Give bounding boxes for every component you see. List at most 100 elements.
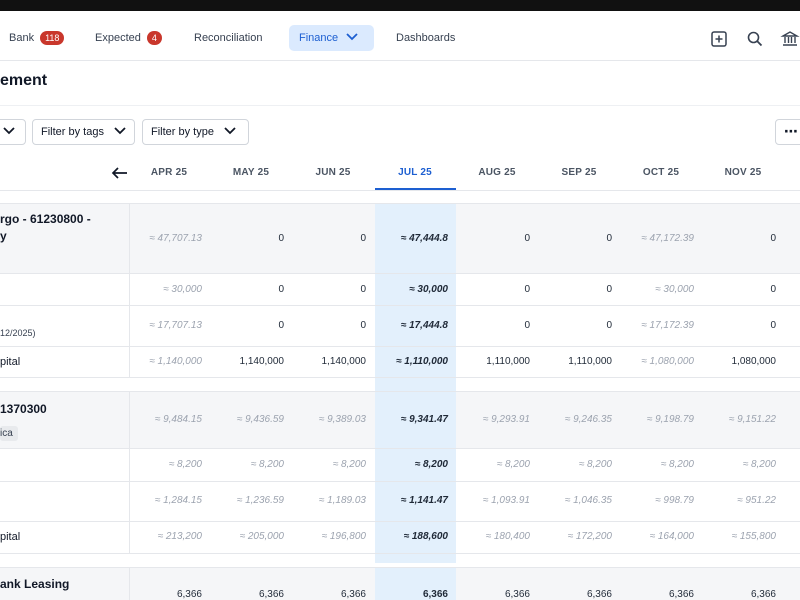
account-name[interactable]: 1370300 bbox=[0, 402, 47, 416]
table-cell: 1,110,000 bbox=[486, 356, 530, 367]
table-cell: ≈ 9,436.59 bbox=[236, 414, 284, 425]
table-cell: ≈ 8,200 bbox=[168, 459, 202, 470]
table-cell: 0 bbox=[360, 233, 366, 244]
nav-tab-label: Reconciliation bbox=[194, 32, 263, 44]
table-cell: 0 bbox=[770, 320, 776, 331]
table-cell: ≈ 8,200 bbox=[578, 459, 612, 470]
table-cell-current: ≈ 17,444.8 bbox=[400, 320, 448, 331]
expected-count-badge: 4 bbox=[146, 31, 162, 45]
account-name[interactable]: rgo - 61230800 - bbox=[0, 212, 91, 226]
table-cell: ≈ 1,284.15 bbox=[154, 495, 202, 506]
filter-by-type-dropdown[interactable]: Filter by type bbox=[142, 119, 249, 145]
table-cell: 0 bbox=[524, 320, 530, 331]
bank-count-badge: 118 bbox=[40, 31, 65, 45]
row-divider bbox=[0, 377, 800, 378]
table-cell: 6,366 bbox=[668, 589, 694, 600]
nav-tab-label: Dashboards bbox=[396, 32, 456, 44]
nav-tab-label: Expected bbox=[95, 32, 141, 44]
row-divider bbox=[0, 346, 800, 347]
month-header[interactable]: AUG 25 bbox=[456, 167, 538, 178]
table-cell: 6,366 bbox=[340, 589, 366, 600]
table-cell: ≈ 9,389.03 bbox=[318, 414, 366, 425]
table-cell: 0 bbox=[770, 284, 776, 295]
table-cell: ≈ 196,800 bbox=[321, 531, 366, 542]
row-divider bbox=[0, 203, 800, 204]
table-cell: ≈ 9,151.22 bbox=[728, 414, 776, 425]
table-cell: ≈ 213,200 bbox=[157, 531, 202, 542]
table-cell: 1,140,000 bbox=[239, 356, 285, 367]
search-icon[interactable] bbox=[745, 29, 765, 49]
month-header[interactable]: JUN 25 bbox=[292, 167, 374, 178]
institution-icon[interactable] bbox=[780, 29, 800, 49]
row-divider bbox=[0, 553, 800, 554]
divider bbox=[0, 190, 800, 191]
nav-tab-finance[interactable]: Finance bbox=[289, 25, 374, 51]
table-cell: 0 bbox=[360, 320, 366, 331]
month-header[interactable]: MAY 25 bbox=[210, 167, 292, 178]
current-month-column bbox=[375, 203, 456, 563]
window-top-edge bbox=[0, 0, 800, 11]
table-cell: 0 bbox=[278, 233, 284, 244]
row-divider bbox=[0, 391, 800, 392]
row-divider bbox=[0, 481, 800, 482]
account-name[interactable]: ank Leasing bbox=[0, 577, 69, 591]
month-header-current[interactable]: JUL 25 bbox=[374, 167, 456, 178]
filter-dropdown-partial[interactable] bbox=[0, 119, 26, 145]
table-cell: 6,366 bbox=[586, 589, 612, 600]
more-options-button[interactable]: ⋯ bbox=[775, 119, 800, 145]
table-cell: 6,366 bbox=[750, 589, 776, 600]
table-cell: ≈ 17,707.13 bbox=[149, 320, 202, 331]
month-header[interactable]: OCT 25 bbox=[620, 167, 702, 178]
table-cell: 0 bbox=[606, 284, 612, 295]
table-cell: ≈ 9,484.15 bbox=[154, 414, 202, 425]
table-cell: ≈ 1,080,000 bbox=[641, 356, 694, 367]
table-cell: ≈ 30,000 bbox=[655, 284, 694, 295]
table-cell-current: ≈ 188,600 bbox=[403, 531, 448, 542]
nav-tab-expected[interactable]: Expected 4 bbox=[95, 25, 162, 51]
nav-tab-reconciliation[interactable]: Reconciliation bbox=[194, 25, 262, 51]
page-title: ement bbox=[0, 72, 48, 89]
table-cell-current: ≈ 30,000 bbox=[409, 284, 448, 295]
table-cell: ≈ 8,200 bbox=[496, 459, 530, 470]
month-header[interactable]: SEP 25 bbox=[538, 167, 620, 178]
table-cell: ≈ 8,200 bbox=[660, 459, 694, 470]
month-header[interactable]: APR 25 bbox=[128, 167, 210, 178]
table-cell: ≈ 1,236.59 bbox=[236, 495, 284, 506]
chevron-down-icon bbox=[3, 126, 15, 138]
filter-by-type-label: Filter by type bbox=[151, 126, 214, 138]
table-cell: ≈ 9,246.35 bbox=[564, 414, 612, 425]
filter-by-tags-dropdown[interactable]: Filter by tags bbox=[32, 119, 135, 145]
account-name-line2: y bbox=[0, 229, 7, 243]
table-cell: ≈ 8,200 bbox=[332, 459, 366, 470]
table-cell: 0 bbox=[360, 284, 366, 295]
month-header[interactable]: NOV 25 bbox=[702, 167, 784, 178]
table-cell-current: ≈ 8,200 bbox=[414, 459, 448, 470]
table-cell: ≈ 1,140,000 bbox=[149, 356, 202, 367]
table-cell: 0 bbox=[606, 233, 612, 244]
table-cell: ≈ 8,200 bbox=[250, 459, 284, 470]
table-cell: 1,140,000 bbox=[321, 356, 367, 367]
chevron-down-icon bbox=[224, 126, 236, 138]
row-divider bbox=[0, 273, 800, 274]
row-divider bbox=[0, 448, 800, 449]
table-cell-current: ≈ 1,141.47 bbox=[400, 495, 448, 506]
table-cell: 6,366 bbox=[258, 589, 284, 600]
table-cell-current: ≈ 9,341.47 bbox=[400, 414, 448, 425]
table-cell: ≈ 172,200 bbox=[567, 531, 612, 542]
table-cell: 0 bbox=[606, 320, 612, 331]
previous-period-arrow-icon[interactable] bbox=[110, 164, 130, 182]
table-cell: 0 bbox=[278, 284, 284, 295]
table-cell-current: ≈ 1,110,000 bbox=[395, 356, 448, 367]
chevron-down-icon bbox=[114, 126, 126, 138]
table-cell: ≈ 17,172.39 bbox=[641, 320, 694, 331]
chevron-down-icon bbox=[346, 32, 358, 44]
divider bbox=[0, 105, 800, 106]
add-square-icon[interactable] bbox=[709, 29, 729, 49]
row-label: pital bbox=[0, 531, 21, 543]
table-cell: ≈ 998.79 bbox=[655, 495, 694, 506]
row-divider bbox=[0, 567, 800, 568]
nav-tab-dashboards[interactable]: Dashboards bbox=[396, 25, 455, 51]
table-cell: ≈ 1,093.91 bbox=[482, 495, 530, 506]
table-cell: 0 bbox=[770, 233, 776, 244]
nav-tab-bank[interactable]: Bank 118 bbox=[9, 25, 65, 51]
